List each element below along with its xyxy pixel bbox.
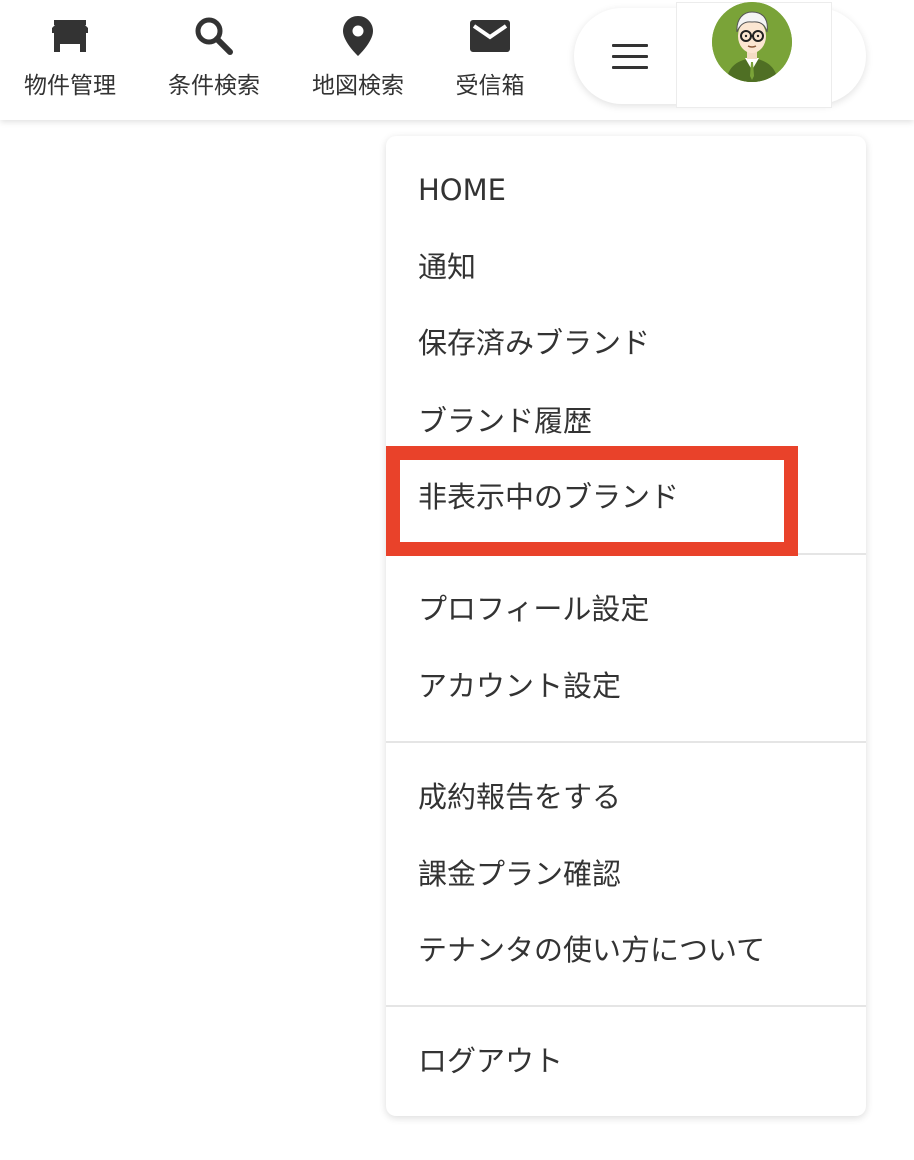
highlight-box — [386, 446, 798, 556]
menu-divider — [386, 1005, 866, 1007]
nav-item-inbox[interactable]: 受信箱 — [453, 14, 527, 104]
nav-label: 条件検索 — [168, 73, 260, 99]
nav-label: 物件管理 — [24, 73, 116, 99]
menu-item-notifications[interactable]: 通知 — [418, 247, 476, 287]
map-pin-icon — [336, 14, 380, 58]
menu-item-contract-report[interactable]: 成約報告をする — [418, 777, 621, 817]
hamburger-menu-icon[interactable] — [612, 44, 648, 70]
nav-label: 地図検索 — [312, 73, 404, 99]
menu-item-profile-settings[interactable]: プロフィール設定 — [418, 589, 649, 629]
user-avatar[interactable] — [712, 2, 792, 82]
menu-item-brand-history[interactable]: ブランド履歴 — [418, 401, 592, 441]
menu-item-how-to-use[interactable]: テナンタの使い方について — [418, 930, 765, 970]
menu-divider — [386, 741, 866, 743]
nav-label: 受信箱 — [455, 73, 525, 99]
menu-item-logout[interactable]: ログアウト — [418, 1041, 563, 1081]
menu-item-saved-brands[interactable]: 保存済みブランド — [418, 323, 650, 363]
nav-item-map-search[interactable]: 地図検索 — [310, 14, 406, 104]
nav-item-property-management[interactable]: 物件管理 — [22, 14, 118, 104]
menu-item-billing-plan[interactable]: 課金プラン確認 — [418, 854, 621, 894]
menu-item-home[interactable]: HOME — [418, 170, 506, 210]
mail-icon — [468, 14, 512, 58]
nav-item-condition-search[interactable]: 条件検索 — [166, 14, 262, 104]
menu-item-account-settings[interactable]: アカウント設定 — [418, 666, 621, 706]
search-icon — [192, 14, 236, 58]
store-icon — [48, 14, 92, 58]
top-navigation-bar: 物件管理 条件検索 地図検索 受信箱 — [0, 0, 914, 120]
